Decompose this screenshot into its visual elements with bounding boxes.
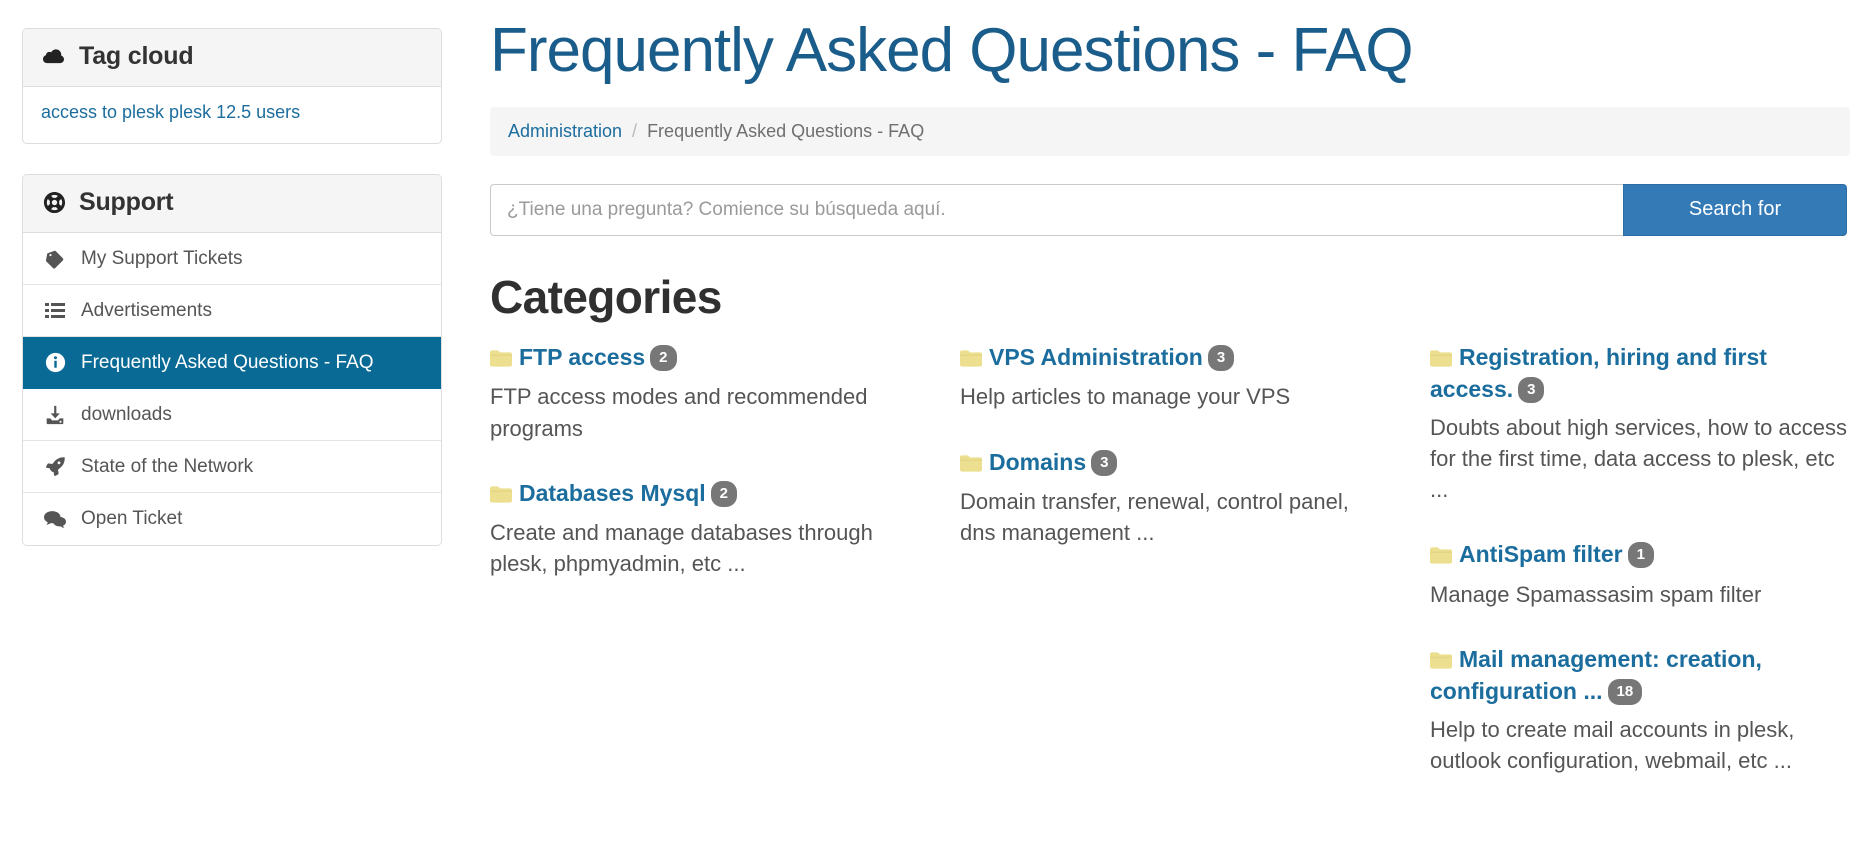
category-title-line: Domains 3 (960, 447, 1370, 479)
main-content: Frequently Asked Questions - FAQ Adminis… (490, 16, 1850, 810)
category-description: Doubts about high services, how to acces… (1430, 414, 1848, 503)
folder-icon (1430, 541, 1452, 571)
categories-column-3: Registration, hiring and first access. 3 … (1430, 342, 1850, 810)
tag-cloud-body: access to plesk plesk 12.5 users (23, 87, 441, 143)
category-description: FTP access modes and recommended program… (490, 384, 868, 441)
category-title-line: AntiSpam filter 1 (1430, 539, 1850, 571)
support-title: Support (79, 188, 174, 216)
category-item: AntiSpam filter 1 Manage Spamassasim spam… (1430, 539, 1850, 610)
category-link[interactable]: AntiSpam filter (1459, 541, 1623, 567)
categories-column-1: FTP access 2 FTP access modes and recomme… (490, 342, 960, 614)
category-item: Mail management: creation, configuration… (1430, 644, 1850, 776)
sidebar-item-state-of-the-network[interactable]: State of the Network (23, 441, 441, 493)
folder-icon (960, 344, 982, 374)
info-circle-icon (43, 352, 67, 373)
sidebar-item-open-ticket[interactable]: Open Ticket (23, 493, 441, 545)
sidebar-item-frequently-asked-questions-faq[interactable]: Frequently Asked Questions - FAQ (23, 337, 441, 389)
search-input[interactable] (490, 183, 1623, 236)
breadcrumb: Administration / Frequently Asked Questi… (490, 106, 1850, 156)
category-item: Databases Mysql 2 Create and manage datab… (490, 478, 900, 580)
categories-grid: FTP access 2 FTP access modes and recomme… (490, 342, 1850, 810)
sidebar-item-downloads[interactable]: downloads (23, 389, 441, 441)
category-count-badge: 3 (1518, 377, 1545, 404)
category-count-badge: 3 (1091, 449, 1118, 476)
category-description: Create and manage databases through ples… (490, 520, 873, 577)
support-panel: Support My Support Tickets Advertisement… (22, 174, 442, 546)
rocket-icon (43, 456, 67, 477)
search-bar: Search for (490, 183, 1847, 236)
comments-icon (43, 510, 67, 529)
category-title-line: FTP access 2 (490, 342, 900, 374)
category-item: VPS Administration 3 Help articles to man… (960, 342, 1370, 413)
folder-icon (1430, 646, 1452, 676)
category-description: Domain transfer, renewal, control panel,… (960, 488, 1349, 546)
tag-cloud-panel: Tag cloud access to plesk plesk 12.5 use… (22, 28, 442, 144)
ticket-icon (43, 249, 67, 269)
category-description: Help to create mail accounts in plesk, o… (1430, 716, 1795, 773)
sidebar-item-label: Advertisements (81, 299, 212, 321)
sidebar-item-label: Frequently Asked Questions - FAQ (81, 351, 374, 373)
category-description: Manage Spamassasim spam filter (1430, 581, 1762, 607)
support-menu: My Support Tickets Advertisements Freque… (23, 233, 441, 545)
sidebar-item-label: My Support Tickets (81, 247, 243, 269)
sidebar: Tag cloud access to plesk plesk 12.5 use… (22, 28, 442, 576)
category-description: Help articles to manage your VPS (960, 384, 1291, 410)
folder-icon (490, 344, 512, 374)
folder-icon (960, 449, 982, 479)
category-count-badge: 1 (1627, 542, 1654, 569)
sidebar-item-advertisements[interactable]: Advertisements (23, 285, 441, 337)
category-link[interactable]: FTP access (519, 344, 645, 370)
breadcrumb-current: Frequently Asked Questions - FAQ (647, 120, 925, 141)
faq-page: Tag cloud access to plesk plesk 12.5 use… (0, 0, 1870, 846)
category-title-line: VPS Administration 3 (960, 342, 1370, 374)
search-button[interactable]: Search for (1623, 183, 1847, 236)
sidebar-item-label: State of the Network (81, 455, 254, 477)
category-link[interactable]: Domains (989, 449, 1086, 475)
category-link[interactable]: Databases Mysql (519, 480, 706, 506)
page-title: Frequently Asked Questions - FAQ (490, 16, 1414, 85)
folder-icon (490, 480, 512, 510)
category-count-badge: 2 (710, 480, 737, 507)
category-link[interactable]: Mail management: creation, configuration… (1430, 646, 1762, 704)
category-title-line: Registration, hiring and first access. 3 (1430, 342, 1850, 405)
category-count-badge: 2 (650, 344, 677, 371)
sidebar-item-label: Open Ticket (81, 508, 183, 529)
category-link[interactable]: Registration, hiring and first access. (1430, 344, 1767, 402)
category-count-badge: 3 (1207, 344, 1235, 371)
category-link[interactable]: VPS Administration (989, 344, 1203, 370)
sidebar-item-my-support-tickets[interactable]: My Support Tickets (23, 233, 441, 285)
sidebar-item-label: downloads (81, 403, 172, 425)
category-title-line: Mail management: creation, configuration… (1430, 644, 1850, 707)
lifebuoy-icon (41, 191, 67, 214)
category-item: Registration, hiring and first access. 3 … (1430, 342, 1850, 505)
category-count-badge: 18 (1607, 679, 1643, 706)
breadcrumb-separator: / (632, 120, 638, 141)
categories-heading: Categories (490, 270, 722, 323)
list-icon (43, 302, 67, 320)
category-title-line: Databases Mysql 2 (490, 478, 900, 510)
cloud-icon (41, 46, 67, 68)
support-header: Support (23, 175, 441, 233)
category-item: FTP access 2 FTP access modes and recomme… (490, 342, 900, 444)
folder-icon (1430, 344, 1452, 374)
tag-cloud-title: Tag cloud (79, 42, 194, 70)
download-icon (43, 405, 67, 425)
breadcrumb-root-link[interactable]: Administration (508, 121, 622, 142)
category-item: Domains 3 Domain transfer, renewal, contr… (960, 447, 1370, 549)
tag-link[interactable]: access to plesk plesk 12.5 users (41, 102, 300, 122)
categories-column-2: VPS Administration 3 Help articles to man… (960, 342, 1430, 582)
tag-cloud-header: Tag cloud (23, 29, 441, 87)
